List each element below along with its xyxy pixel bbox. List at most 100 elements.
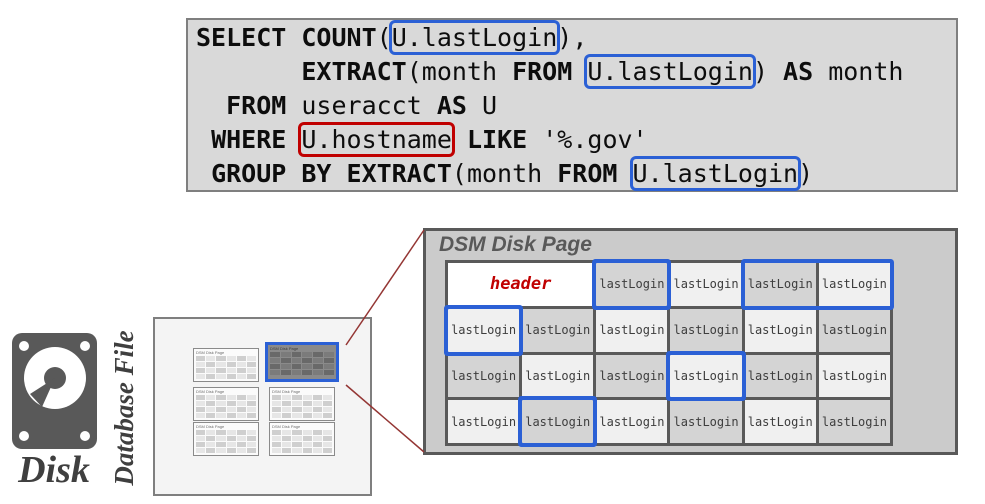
sql-keyword: GROUP BY EXTRACT	[211, 159, 452, 188]
mini-cell	[196, 362, 206, 367]
mini-cell	[246, 413, 256, 418]
mini-cell	[270, 352, 280, 357]
mini-cell	[280, 370, 291, 375]
mini-cell	[302, 358, 313, 363]
mini-cell	[236, 448, 246, 453]
mini-cell	[196, 442, 206, 447]
mini-cell	[216, 413, 226, 418]
dsm-cell: lastLogin	[596, 263, 668, 306]
sql-line: EXTRACT(month FROM U.lastLogin) AS month	[196, 55, 956, 89]
sql-keyword: LIKE	[466, 125, 528, 154]
mini-cell	[270, 370, 280, 375]
mini-cell	[196, 436, 206, 441]
mini-page-grid	[196, 356, 256, 379]
mini-cell	[292, 395, 302, 400]
mini-cell	[280, 358, 291, 363]
mini-cell	[322, 436, 332, 441]
dsm-cell: lastLogin	[744, 263, 816, 306]
mini-cell	[226, 368, 236, 373]
mini-cell	[236, 368, 246, 373]
mini-cell	[322, 442, 332, 447]
mini-cell	[196, 356, 206, 361]
mini-disk-page-selected: DSM Disk Page	[265, 342, 339, 382]
mini-cell	[302, 395, 312, 400]
mini-cell	[292, 448, 302, 453]
mini-cell	[206, 448, 216, 453]
sql-highlight-blue: U.lastLogin	[632, 159, 799, 188]
dsm-highlight-group: lastLogin lastLogin	[744, 263, 890, 306]
sql-text: U	[466, 91, 498, 120]
database-file-label: Database File	[109, 330, 139, 486]
mini-cell	[282, 407, 292, 412]
mini-cell	[246, 401, 256, 406]
dsm-cell: lastLogin	[818, 263, 890, 306]
dsm-cell: lastLogin	[670, 354, 742, 398]
mini-page-grid	[196, 430, 256, 453]
mini-page-title: DSM Disk Page	[196, 424, 225, 429]
mini-cell	[246, 374, 256, 379]
mini-cell	[312, 430, 322, 435]
mini-cell	[246, 362, 256, 367]
slide: SELECT COUNT(U.lastLogin), EXTRACT(month…	[0, 0, 985, 504]
mini-cell	[226, 448, 236, 453]
mini-cell	[236, 442, 246, 447]
mini-cell	[236, 374, 246, 379]
mini-cell	[312, 401, 322, 406]
mini-cell	[206, 436, 216, 441]
mini-cell	[226, 362, 236, 367]
mini-cell	[272, 407, 282, 412]
dsm-cell: lastLogin	[818, 400, 890, 443]
mini-cell	[302, 352, 313, 357]
mini-cell	[322, 413, 332, 418]
sql-line: WHERE U.hostname LIKE '%.gov'	[196, 123, 956, 157]
mini-cell	[216, 401, 226, 406]
sql-text: ),	[557, 23, 588, 52]
mini-cell	[312, 413, 322, 418]
sql-keyword: WHERE	[211, 125, 287, 154]
mini-cell	[216, 430, 226, 435]
dsm-cell: lastLogin	[448, 308, 520, 352]
mini-cell	[312, 436, 322, 441]
sql-line: SELECT COUNT(U.lastLogin),	[196, 21, 956, 55]
mini-cell	[282, 442, 292, 447]
database-file-box: DSM Disk Page DSM Disk Page DSM Disk Page D…	[153, 317, 372, 496]
disk-icon	[11, 333, 97, 449]
sql-line: GROUP BY EXTRACT(month FROM U.lastLogin)	[196, 157, 956, 191]
mini-page-title: DSM Disk Page	[272, 424, 301, 429]
mini-cell	[246, 368, 256, 373]
mini-cell	[313, 358, 324, 363]
sql-highlight-blue: U.lastLogin	[391, 23, 558, 52]
disk-label: Disk	[18, 449, 90, 491]
dsm-cell: lastLogin	[744, 308, 816, 352]
mini-cell	[246, 395, 256, 400]
mini-disk-page: DSM Disk Page	[193, 348, 259, 382]
mini-cell	[312, 395, 322, 400]
sql-text: (month	[451, 159, 558, 188]
sql-keyword: FROM	[512, 57, 573, 86]
dsm-title: DSM Disk Page	[439, 233, 592, 256]
mini-disk-page: DSM Disk Page	[269, 387, 335, 421]
mini-cell	[206, 407, 216, 412]
mini-cell	[206, 442, 216, 447]
mini-cell	[292, 430, 302, 435]
mini-cell	[272, 430, 282, 435]
mini-cell	[236, 362, 246, 367]
mini-cell	[302, 436, 312, 441]
mini-cell	[246, 430, 256, 435]
mini-cell	[272, 395, 282, 400]
mini-cell	[272, 413, 282, 418]
dsm-cell: lastLogin	[670, 308, 742, 352]
mini-cell	[206, 401, 216, 406]
mini-cell	[292, 407, 302, 412]
sql-highlight-red: U.hostname	[301, 125, 452, 154]
mini-cell	[282, 448, 292, 453]
dsm-cell: lastLogin	[744, 400, 816, 443]
mini-cell	[216, 436, 226, 441]
sql-text: )	[752, 57, 784, 86]
mini-cell	[282, 413, 292, 418]
